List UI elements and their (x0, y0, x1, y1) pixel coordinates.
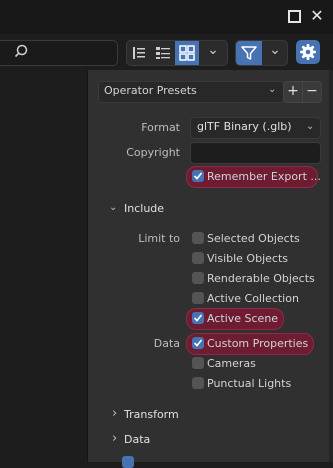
remove-preset-button[interactable]: − (302, 81, 322, 103)
operator-presets-label: Operator Presets (104, 84, 197, 97)
active-collection-label: Active Collection (207, 292, 299, 305)
remember-export-label: Remember Export ... (207, 170, 321, 183)
chevron-down-icon[interactable]: ⌄ (263, 41, 287, 65)
detail-view-icon[interactable] (151, 41, 175, 65)
limit-to-label: Limit to (138, 232, 180, 245)
view-mode-group: ⌄ (126, 40, 228, 66)
remember-export-checkbox[interactable] (192, 170, 204, 182)
chevron-down-icon: ⌄ (306, 121, 315, 132)
close-icon[interactable]: ✕ (310, 8, 324, 24)
chevron-down-icon: ⌄ (268, 84, 277, 95)
search-icon (14, 44, 28, 58)
visible-objects-checkbox[interactable] (192, 252, 204, 264)
maximize-icon[interactable] (287, 9, 301, 23)
active-collection-checkbox[interactable] (192, 292, 204, 304)
cameras-label: Cameras (207, 357, 256, 370)
copyright-input[interactable] (190, 142, 321, 164)
visible-objects-label: Visible Objects (207, 252, 288, 265)
custom-properties-label: Custom Properties (207, 337, 309, 350)
chevron-down-icon[interactable]: ⌄ (201, 41, 225, 65)
format-value: glTF Binary (.glb) (197, 120, 292, 133)
add-preset-button[interactable]: + (283, 81, 303, 103)
chevron-down-icon[interactable]: ⌄ (109, 202, 117, 213)
punctual-lights-label: Punctual Lights (207, 377, 292, 390)
renderable-objects-label: Renderable Objects (207, 272, 315, 285)
filter-group: ⌄ (235, 40, 288, 66)
format-label: Format (141, 121, 180, 134)
panel-scrollbar[interactable] (329, 70, 333, 462)
data-section-header[interactable]: Data (124, 433, 150, 446)
active-scene-checkbox[interactable] (192, 312, 204, 324)
grid-view-icon[interactable] (175, 41, 199, 65)
chevron-right-icon[interactable]: › (112, 406, 117, 421)
filter-icon[interactable] (236, 41, 262, 65)
include-section-header[interactable]: Include (124, 202, 164, 215)
selected-objects-checkbox[interactable] (192, 232, 204, 244)
renderable-objects-checkbox[interactable] (192, 272, 204, 284)
cameras-checkbox[interactable] (192, 357, 204, 369)
custom-properties-checkbox[interactable] (192, 337, 204, 349)
transform-section-header[interactable]: Transform (124, 408, 179, 421)
punctual-lights-checkbox[interactable] (192, 377, 204, 389)
selected-objects-label: Selected Objects (207, 232, 300, 245)
copyright-label: Copyright (126, 146, 180, 159)
data-label: Data (153, 337, 180, 350)
window-titlebar (0, 0, 333, 34)
animation-section-checkbox[interactable] (122, 456, 134, 468)
active-scene-label: Active Scene (207, 312, 279, 325)
list-view-icon[interactable] (127, 41, 151, 65)
chevron-right-icon[interactable]: › (112, 431, 117, 446)
settings-gear-icon[interactable] (296, 40, 320, 64)
